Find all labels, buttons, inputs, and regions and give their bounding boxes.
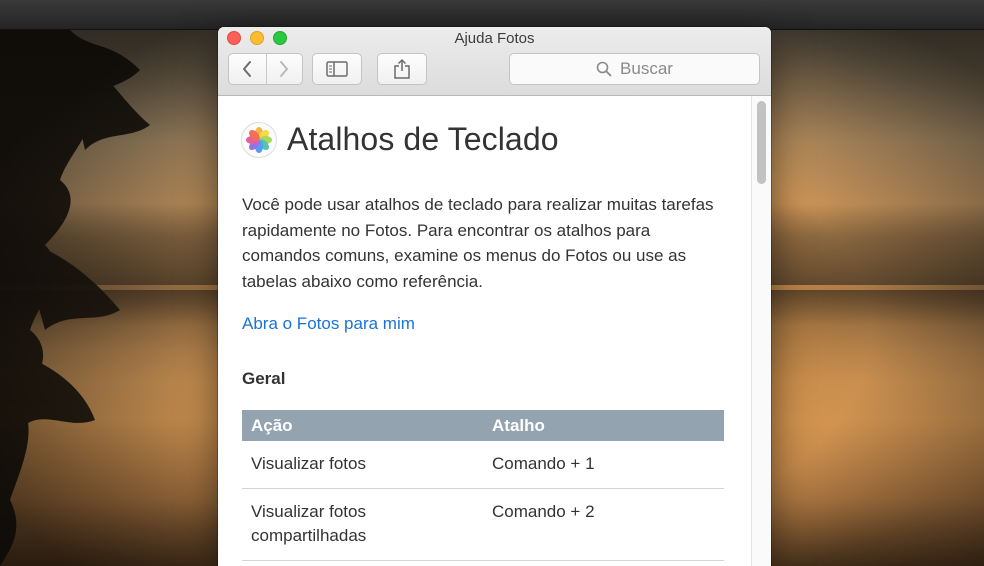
intro-paragraph: Você pode usar atalhos de teclado para r… bbox=[242, 195, 714, 291]
search-field[interactable]: Buscar bbox=[509, 53, 760, 85]
page-title: Atalhos de Teclado bbox=[287, 121, 559, 157]
navigation-buttons bbox=[228, 53, 303, 85]
table-row: Visualizar fotos Comando + 1 bbox=[242, 441, 724, 489]
forward-button[interactable] bbox=[265, 54, 303, 84]
table-header-row: Ação Atalho bbox=[242, 410, 724, 441]
window-title: Ajuda Fotos bbox=[454, 30, 535, 47]
help-content: Atalhos de Teclado Você pode usar atalho… bbox=[218, 96, 771, 566]
vertical-scrollbar[interactable] bbox=[751, 96, 771, 566]
table-cell-shortcut: Comando + 1 bbox=[483, 441, 724, 489]
help-window: Ajuda Fotos Buscar Atalhos de Teclado Vo… bbox=[218, 27, 771, 566]
sidebar-icon bbox=[326, 61, 348, 77]
photos-flower-icon bbox=[246, 126, 272, 153]
sidebar-button[interactable] bbox=[312, 53, 362, 85]
table-cell-action: Visualizar fotos bbox=[242, 441, 483, 489]
menu-bar-area bbox=[0, 0, 984, 30]
chevron-left-icon bbox=[243, 61, 252, 77]
column-header-action: Ação bbox=[242, 410, 483, 441]
section-title-general: Geral bbox=[242, 369, 286, 388]
share-button[interactable] bbox=[377, 53, 427, 85]
open-photos-link[interactable]: Abra o Fotos para mim bbox=[242, 314, 415, 334]
search-icon bbox=[596, 61, 612, 77]
title-bar: Ajuda Fotos Buscar bbox=[218, 27, 771, 96]
back-button[interactable] bbox=[229, 54, 266, 84]
shortcuts-table: Ação Atalho Visualizar fotos Comando + 1… bbox=[242, 410, 724, 561]
share-icon bbox=[394, 58, 410, 79]
column-header-shortcut: Atalho bbox=[483, 410, 724, 441]
search-placeholder: Buscar bbox=[620, 59, 673, 78]
table-cell-action: Visualizar fotos compartilhadas bbox=[242, 488, 483, 561]
scrollbar-thumb[interactable] bbox=[757, 101, 766, 184]
chevron-right-icon bbox=[280, 61, 289, 77]
table-cell-shortcut: Comando + 2 bbox=[483, 488, 724, 561]
table-row: Visualizar fotos compartilhadas Comando … bbox=[242, 488, 724, 561]
photos-app-icon bbox=[241, 121, 277, 158]
page-heading: Atalhos de Teclado bbox=[241, 121, 559, 158]
